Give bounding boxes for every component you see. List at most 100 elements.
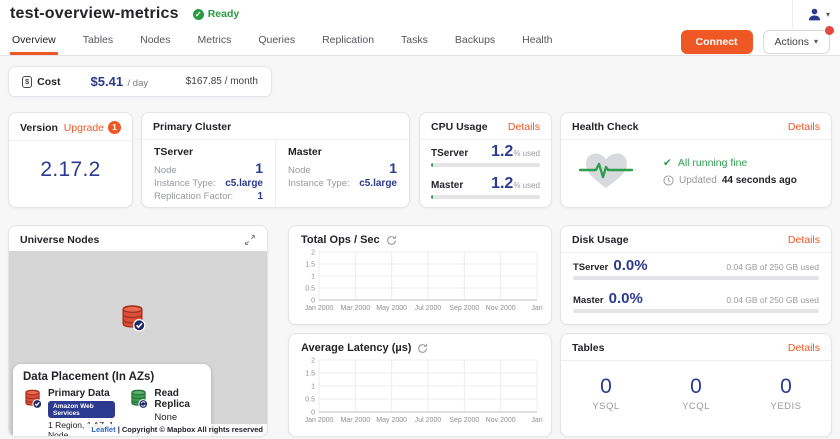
- actions-menu-wrap: Actions ▾: [763, 30, 830, 54]
- tab-replication[interactable]: Replication: [320, 28, 376, 55]
- node-marker-icon[interactable]: [119, 303, 146, 332]
- disk-master-row: Master 0.0% 0.04 GB of 250 GB used: [561, 286, 831, 319]
- tables-card: Tables Details 0 YSQL 0 YCQL 0 YEDIS: [560, 333, 832, 437]
- status-badge: ✓ Ready: [193, 8, 240, 20]
- tab-health[interactable]: Health: [520, 28, 554, 55]
- disk-usage-title: Disk Usage: [572, 234, 629, 246]
- actions-button[interactable]: Actions ▾: [763, 30, 830, 54]
- tserver-instance-row: Instance Type: c5.large: [154, 178, 263, 189]
- map-canvas[interactable]: Data Placement (In AZs): [9, 251, 267, 435]
- meter-value: 1.2: [491, 143, 513, 160]
- tab-tasks[interactable]: Tasks: [399, 28, 430, 55]
- map-attribution: Leaflet | Copyright © Mapbox All rights …: [87, 424, 267, 435]
- version-title: Version: [20, 122, 58, 134]
- clock-icon: [663, 175, 674, 186]
- refresh-icon[interactable]: [417, 343, 428, 354]
- tab-backups[interactable]: Backups: [453, 28, 497, 55]
- tab-overview[interactable]: Overview: [10, 28, 58, 55]
- svg-text:Jul 2000: Jul 2000: [415, 305, 442, 312]
- meter-label: TServer: [431, 148, 468, 159]
- master-instance-row: Instance Type: c5.large: [288, 178, 397, 189]
- primary-data-label: Primary Data: [48, 388, 115, 399]
- chevron-down-icon: ▾: [814, 37, 818, 46]
- cost-per-month: $167.85 / month: [186, 76, 258, 87]
- tserver-title: TServer: [154, 146, 263, 158]
- row-value: c5.large: [225, 178, 263, 189]
- svg-text:Jan 2000: Jan 2000: [305, 305, 334, 312]
- cost-label: Cost: [37, 76, 60, 88]
- avg-latency-header: Average Latency (µs): [289, 334, 551, 354]
- tables-details-link[interactable]: Details: [788, 342, 820, 354]
- toolbar: Connect Actions ▾: [681, 28, 830, 55]
- health-details-link[interactable]: Details: [788, 121, 820, 133]
- user-icon: [807, 7, 822, 22]
- universe-nodes-card: Universe Nodes Data Pla: [8, 225, 268, 437]
- dollar-icon: $: [22, 76, 32, 88]
- svg-text:0: 0: [311, 410, 315, 417]
- meter-suffix: % used: [513, 181, 540, 190]
- read-replica-value: None: [154, 412, 201, 423]
- heartbeat-icon: [579, 150, 633, 192]
- health-updated: Updated 44 seconds ago: [663, 175, 797, 186]
- health-check-header: Health Check Details: [561, 113, 831, 140]
- health-check-title: Health Check: [572, 121, 639, 133]
- ycql-count-item: 0 YCQL: [651, 375, 741, 412]
- svg-text:Mar 2000: Mar 2000: [341, 305, 371, 312]
- row-value: c5.large: [359, 178, 397, 189]
- cpu-tserver-row: TServer 1.2% used: [420, 140, 551, 172]
- cpu-usage-card: CPU Usage Details TServer 1.2% used Mast…: [419, 112, 552, 208]
- cost-label-group: $ Cost: [22, 76, 61, 88]
- avg-latency-chart: Jan 2000Mar 2000May 2000Jul 2000Sep 2000…: [291, 355, 547, 425]
- connect-button[interactable]: Connect: [681, 30, 753, 54]
- svg-text:Mar 2000: Mar 2000: [341, 417, 371, 424]
- primary-cluster-body: TServer Node 1 Instance Type: c5.large R…: [142, 140, 409, 206]
- total-ops-card: Total Ops / Sec Jan 2000Mar 2000May 2000…: [288, 225, 552, 325]
- disk-detail: 0.04 GB of 250 GB used: [726, 295, 819, 305]
- tab-tables[interactable]: Tables: [81, 28, 115, 55]
- top-bar: test-overview-metrics ✓ Ready ▾: [0, 0, 840, 28]
- leaflet-link[interactable]: Leaflet: [91, 425, 115, 434]
- yedis-count-item: 0 YEDIS: [741, 375, 831, 412]
- cpu-master-bar: [431, 195, 540, 199]
- table-label: YEDIS: [741, 401, 831, 412]
- cpu-details-link[interactable]: Details: [508, 121, 540, 133]
- user-menu[interactable]: ▾: [792, 0, 830, 28]
- universe-nodes-header: Universe Nodes: [9, 226, 267, 251]
- upgrade-link[interactable]: Upgrade 1: [64, 121, 121, 134]
- tserver-column: TServer Node 1 Instance Type: c5.large R…: [142, 140, 275, 206]
- expand-icon[interactable]: [244, 234, 256, 246]
- cpu-tserver-bar: [431, 163, 540, 167]
- cost-day-suffix: / day: [128, 78, 149, 89]
- table-count: 0: [651, 375, 741, 399]
- avg-latency-title: Average Latency (µs): [301, 342, 411, 354]
- health-text: ✔ All running fine Updated 44 seconds ag…: [663, 157, 797, 186]
- status-check-icon: ✓: [193, 9, 204, 20]
- refresh-icon[interactable]: [386, 235, 397, 246]
- meter-label: Master: [431, 180, 463, 191]
- upgrade-label: Upgrade: [64, 122, 104, 134]
- data-placement-title: Data Placement (In AZs): [23, 371, 201, 383]
- disk-usage-card: Disk Usage Details TServer 0.0% 0.04 GB …: [560, 225, 832, 325]
- tab-metrics[interactable]: Metrics: [195, 28, 233, 55]
- table-label: YCQL: [651, 401, 741, 412]
- svg-text:May 2000: May 2000: [376, 417, 407, 424]
- row-label: Instance Type:: [154, 178, 216, 189]
- universe-dashboard: test-overview-metrics ✓ Ready ▾ Overview…: [0, 0, 840, 439]
- disk-value: 0.0%: [609, 290, 643, 307]
- tab-nodes[interactable]: Nodes: [138, 28, 172, 55]
- svg-text:1.5: 1.5: [305, 371, 315, 378]
- svg-text:Jan 2000: Jan 2000: [305, 417, 334, 424]
- disk-master-bar: [573, 309, 819, 313]
- avg-latency-card: Average Latency (µs) Jan 2000 Mar 2000 May…: [288, 333, 552, 437]
- health-status-text: All running fine: [678, 157, 747, 169]
- cost-bar: $ Cost $5.41 / day $167.85 / month: [8, 66, 272, 97]
- svg-text:0: 0: [311, 298, 315, 305]
- disk-label: Master: [573, 295, 604, 306]
- tab-queries[interactable]: Queries: [256, 28, 297, 55]
- tables-title: Tables: [572, 342, 604, 354]
- disk-details-link[interactable]: Details: [788, 234, 820, 246]
- upgrade-count-badge: 1: [108, 121, 121, 134]
- cpu-usage-title: CPU Usage: [431, 121, 488, 133]
- chevron-down-icon: ▾: [826, 10, 830, 19]
- disk-tserver-bar: [573, 276, 819, 280]
